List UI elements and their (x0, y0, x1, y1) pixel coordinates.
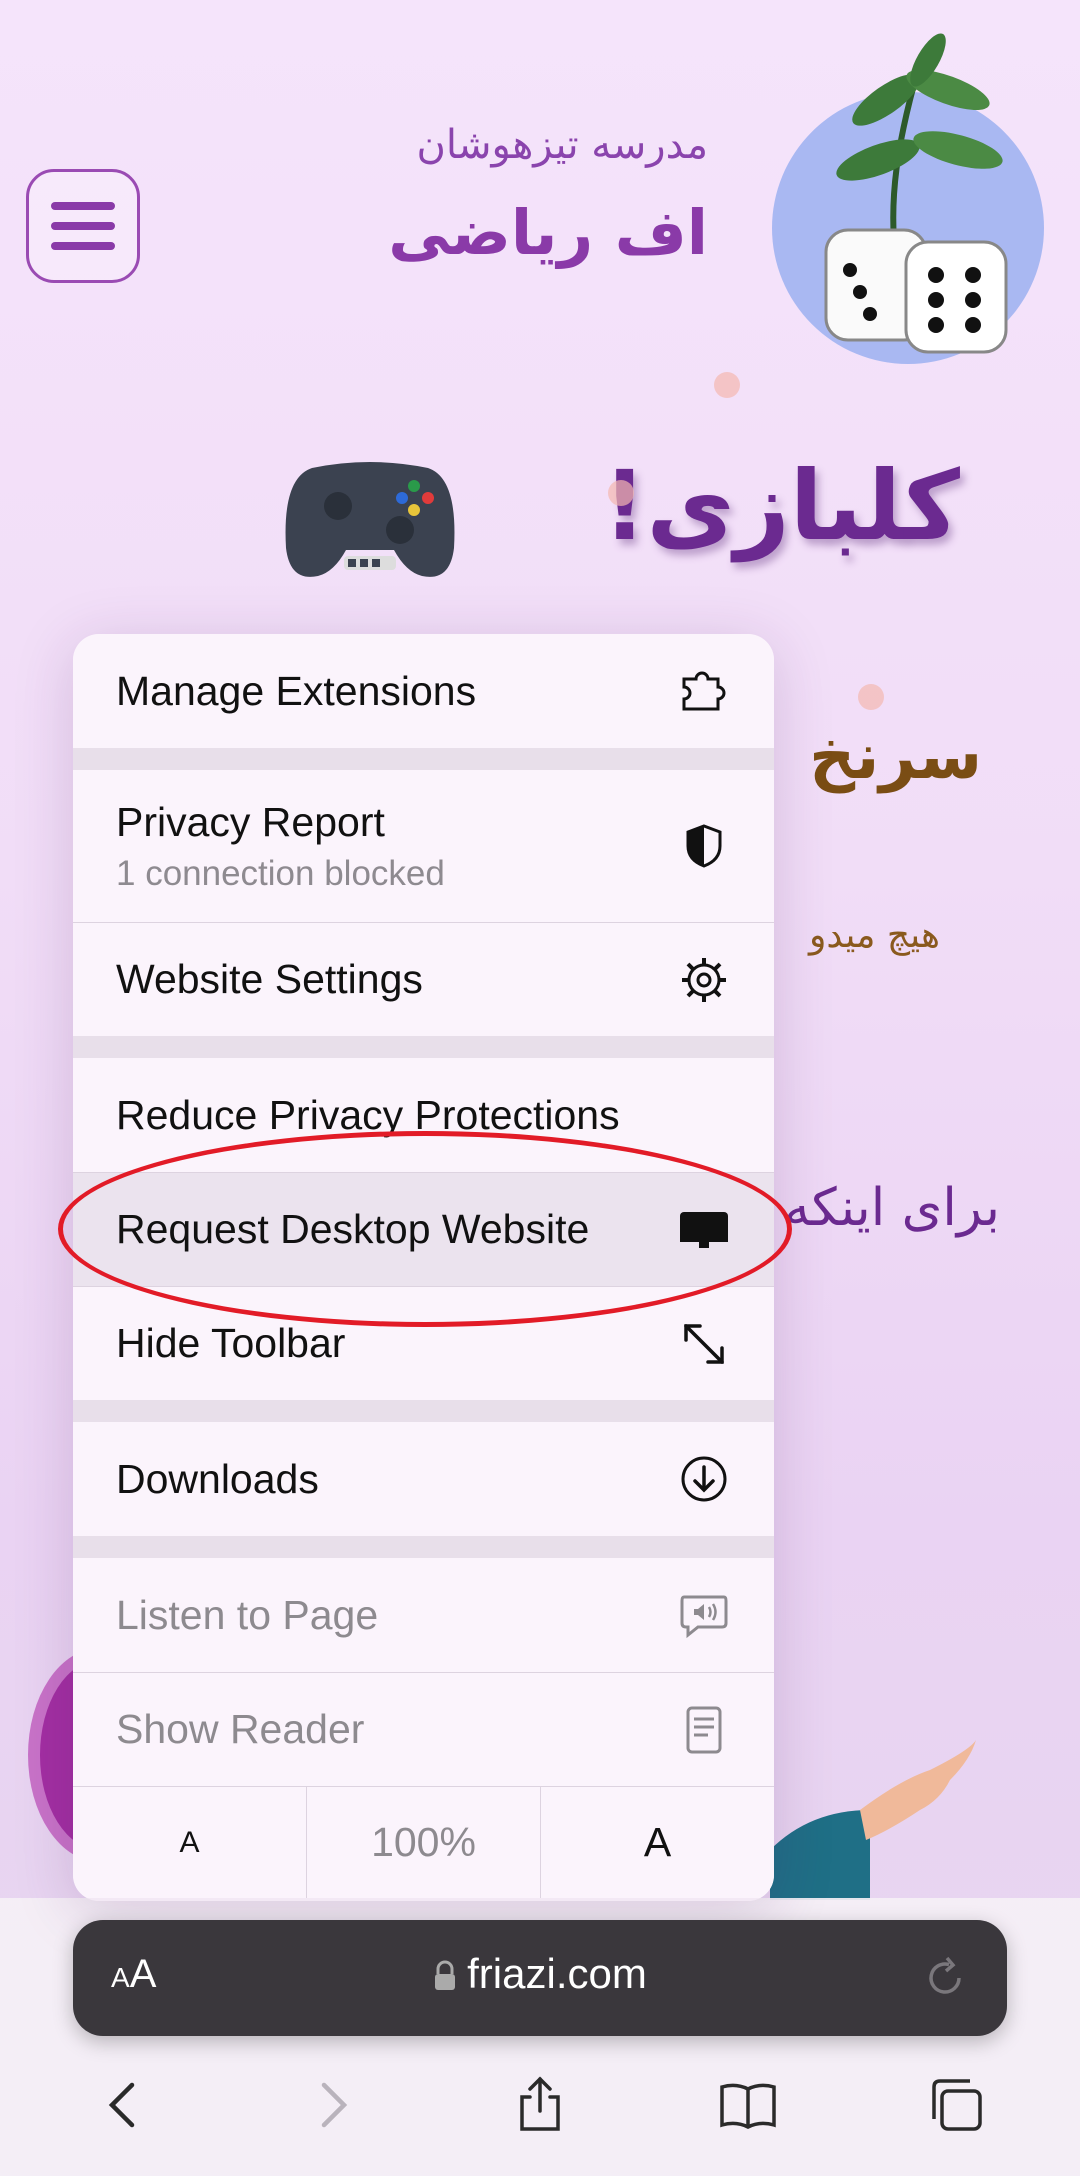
tabs-icon (932, 2079, 982, 2131)
share-icon (520, 2076, 560, 2131)
speech-bubble-icon (678, 1589, 730, 1641)
menu-item-label: Manage Extensions (116, 667, 477, 714)
chevron-right-icon (321, 2082, 348, 2128)
menu-item-hide-toolbar[interactable]: Hide Toolbar (73, 1286, 774, 1400)
menu-item-show-reader[interactable]: Show Reader (73, 1672, 774, 1786)
share-button[interactable] (500, 2065, 580, 2145)
partial-paragraph: هیچ میدو (809, 915, 940, 956)
chevron-left-icon (108, 2082, 135, 2128)
tabs-button[interactable] (916, 2065, 996, 2145)
zoom-controls: A 100% A (73, 1786, 774, 1898)
lock-icon (435, 1960, 456, 1990)
school-title: اف ریاضی (388, 196, 708, 269)
menu-item-privacy-report[interactable]: Privacy Report 1 connection blocked (73, 770, 774, 922)
logo-dice-plant-icon[interactable] (768, 30, 1048, 370)
forward-button[interactable] (292, 2065, 372, 2145)
menu-separator (73, 1400, 774, 1422)
expand-arrows-icon (678, 1318, 730, 1370)
gamepad-icon (285, 462, 455, 577)
url-display[interactable]: friazi.com (73, 1950, 1007, 1998)
menu-item-request-desktop-website[interactable]: Request Desktop Website (73, 1172, 774, 1286)
zoom-increase-button[interactable]: A (540, 1787, 774, 1898)
menu-item-sublabel: 1 connection blocked (116, 853, 445, 893)
menu-item-label: Downloads (116, 1455, 319, 1502)
book-icon (720, 2083, 776, 2129)
address-bar[interactable]: AA friazi.com (73, 1920, 1007, 2036)
desktop-icon (678, 1204, 730, 1256)
menu-item-listen-to-page[interactable]: Listen to Page (73, 1558, 774, 1672)
reader-icon (678, 1704, 730, 1756)
menu-item-label: Reduce Privacy Protections (116, 1091, 620, 1138)
zoom-decrease-button[interactable]: A (73, 1787, 306, 1898)
menu-item-label: Privacy Report (116, 798, 385, 845)
zoom-level: 100% (306, 1787, 540, 1898)
partial-text: برای اینکه (783, 1178, 1000, 1238)
puzzle-icon (678, 665, 730, 717)
url-text: friazi.com (467, 1950, 647, 1997)
menu-item-label: Listen to Page (116, 1591, 379, 1638)
menu-separator (73, 1036, 774, 1058)
shield-icon (678, 820, 730, 872)
back-button[interactable] (84, 2065, 164, 2145)
menu-item-downloads[interactable]: Downloads (73, 1422, 774, 1536)
menu-item-label: Hide Toolbar (116, 1320, 346, 1366)
menu-item-reduce-privacy-protections[interactable]: Reduce Privacy Protections (73, 1058, 774, 1172)
menu-item-label: Request Desktop Website (116, 1206, 590, 1252)
bookmarks-button[interactable] (708, 2065, 788, 2145)
download-icon (678, 1453, 730, 1505)
page-menu: Manage Extensions Privacy Report 1 conne… (73, 634, 774, 1901)
menu-item-label: Show Reader (116, 1706, 365, 1752)
menu-item-manage-extensions[interactable]: Manage Extensions (73, 634, 774, 748)
bottom-nav (0, 2060, 1080, 2150)
menu-item-website-settings[interactable]: Website Settings (73, 922, 774, 1036)
gear-icon (678, 954, 730, 1006)
menu-separator (73, 748, 774, 770)
menu-separator (73, 1536, 774, 1558)
school-subtitle: مدرسه تیزهوشان (416, 122, 708, 168)
headline: کلبازی! (602, 450, 960, 562)
hamburger-menu-icon[interactable] (26, 169, 140, 283)
partial-heading: سرنخ (809, 720, 982, 794)
pointing-hand-icon (770, 1740, 976, 1900)
reload-icon[interactable] (919, 1952, 971, 2004)
menu-item-label: Website Settings (116, 956, 423, 1002)
